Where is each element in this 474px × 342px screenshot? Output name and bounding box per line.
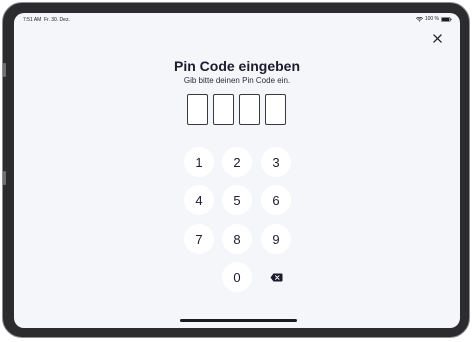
wifi-icon [415, 16, 423, 22]
status-indicators: 100 % [415, 16, 452, 22]
battery-icon [441, 16, 452, 22]
status-date: Fr. 30. Dez. [44, 17, 70, 23]
keypad-key-8[interactable]: 8 [222, 224, 252, 254]
keypad-key-1[interactable]: 1 [184, 147, 214, 177]
keypad-key-5[interactable]: 5 [222, 185, 252, 215]
keypad-key-4[interactable]: 4 [184, 185, 214, 215]
page-title: Pin Code eingeben [173, 58, 300, 74]
keypad-key-3[interactable]: 3 [261, 147, 291, 177]
pin-digit-box-2[interactable] [213, 94, 234, 125]
backspace-button[interactable] [261, 262, 291, 292]
keypad-key-6[interactable]: 6 [261, 185, 291, 215]
keypad-key-0[interactable]: 0 [222, 262, 252, 292]
page-subtitle: Gib bitte deinen Pin Code ein. [183, 76, 291, 85]
status-time: 7:51 AM [23, 17, 42, 23]
side-button [3, 171, 6, 185]
close-button[interactable] [430, 31, 444, 45]
pin-digit-box-1[interactable] [187, 94, 208, 125]
keypad-key-2[interactable]: 2 [222, 147, 252, 177]
home-indicator[interactable] [180, 319, 297, 322]
status-bar: 7:51 AM Fr. 30. Dez. 100 % [14, 13, 460, 25]
side-button [3, 63, 6, 77]
keypad-key-7[interactable]: 7 [184, 224, 214, 254]
screen: 7:51 AM Fr. 30. Dez. 100 % Pin Code eing… [14, 13, 460, 328]
close-icon [432, 33, 442, 43]
pin-digit-box-4[interactable] [265, 94, 286, 125]
keypad-key-9[interactable]: 9 [261, 224, 291, 254]
battery-percent: 100 % [424, 16, 439, 22]
pin-digit-box-3[interactable] [239, 94, 260, 125]
backspace-icon [270, 273, 282, 281]
